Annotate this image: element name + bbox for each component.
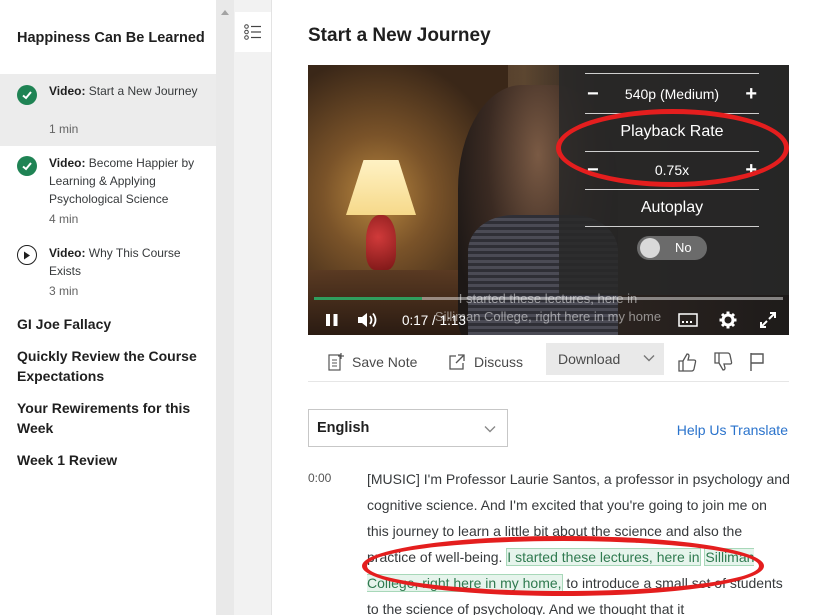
pause-icon <box>326 314 338 326</box>
player-controls: 0:17 / 1:13 <box>308 305 789 335</box>
fullscreen-button[interactable] <box>756 305 780 335</box>
gear-icon <box>719 311 737 329</box>
lesson-label: Video: Become Happier by Learning & Appl… <box>49 154 199 208</box>
lesson-duration: 3 min <box>49 284 79 298</box>
external-link-icon <box>449 354 465 370</box>
captions-icon <box>678 313 698 327</box>
video-frame-lamp-base <box>366 215 396 270</box>
lesson-type: Video: <box>49 246 86 260</box>
lesson-item-why-this-course-exists[interactable]: Video: Why This Course Exists 3 min <box>0 236 216 306</box>
settings-divider <box>585 226 759 227</box>
player-settings-panel: − 540p (Medium) + Playback Rate − 0.75x … <box>559 65 789 295</box>
volume-button[interactable] <box>356 305 380 335</box>
flag-icon <box>750 353 764 371</box>
save-note-label: Save Note <box>352 354 418 370</box>
settings-button[interactable] <box>716 305 740 335</box>
note-icon <box>328 353 344 371</box>
quality-value: 540p (Medium) <box>624 86 720 102</box>
playback-rate-row: − 0.75x + <box>585 151 759 189</box>
video-progress-bar[interactable] <box>314 297 783 300</box>
like-button[interactable] <box>676 348 706 376</box>
video-player[interactable]: − 540p (Medium) + Playback Rate − 0.75x … <box>308 65 789 335</box>
chevron-down-icon <box>484 426 496 433</box>
playback-rate-increase-button[interactable]: + <box>745 151 757 189</box>
transcript-language-select[interactable]: English <box>308 409 508 447</box>
quality-row: − 540p (Medium) + <box>585 75 759 113</box>
nav-item-gi-joe-fallacy[interactable]: GI Joe Fallacy <box>17 314 207 334</box>
discuss-label: Discuss <box>474 354 524 370</box>
discuss-button[interactable]: Discuss <box>448 348 523 376</box>
save-note-button[interactable]: Save Note <box>328 348 417 376</box>
quality-increase-button[interactable]: + <box>745 75 757 113</box>
lesson-type: Video: <box>49 156 86 170</box>
lesson-duration: 4 min <box>49 212 79 226</box>
download-label: Download <box>558 351 621 367</box>
thumbs-up-icon <box>678 353 697 372</box>
transcript-highlighted-segment: I started these lectures, here in <box>506 548 701 566</box>
lesson-item-start-a-new-journey[interactable]: Video: Start a New Journey 1 min <box>0 74 216 146</box>
autoplay-toggle[interactable]: No <box>637 236 707 260</box>
outline-toggle-button[interactable] <box>235 12 271 52</box>
nav-item-week-1-review[interactable]: Week 1 Review <box>17 450 207 470</box>
completed-check-icon <box>17 85 37 105</box>
nav-item-rewirements[interactable]: Your Rewirements for this Week <box>17 398 207 438</box>
page-title: Start a New Journey <box>308 25 491 46</box>
pause-button[interactable] <box>322 305 342 335</box>
autoplay-toggle-knob <box>640 238 660 258</box>
total-duration: 1:13 <box>439 312 466 328</box>
playback-rate-decrease-button[interactable]: − <box>587 151 599 189</box>
transcript-text[interactable]: [MUSIC] I'm Professor Laurie Santos, a p… <box>367 466 792 615</box>
time-display: 0:17 / 1:13 <box>402 305 466 335</box>
play-circle-icon <box>17 245 37 265</box>
report-flag-button[interactable] <box>748 348 774 376</box>
volume-icon <box>358 312 377 328</box>
lesson-type: Video: <box>49 84 86 98</box>
lecture-toolbar: Save Note Discuss Download <box>308 340 789 382</box>
outline-toggle-strip <box>234 0 272 615</box>
list-icon <box>244 24 261 40</box>
thumbs-down-icon <box>714 352 733 371</box>
expand-icon <box>760 312 776 328</box>
chevron-down-icon <box>643 355 655 362</box>
video-progress-fill <box>314 297 422 300</box>
captions-button[interactable] <box>676 305 700 335</box>
playback-rate-label: Playback Rate <box>620 123 724 140</box>
playback-rate-value: 0.75x <box>654 162 690 178</box>
lesson-duration: 1 min <box>49 122 79 136</box>
quality-decrease-button[interactable]: − <box>587 75 599 113</box>
settings-divider <box>585 73 759 74</box>
lesson-item-become-happier[interactable]: Video: Become Happier by Learning & Appl… <box>0 146 216 236</box>
autoplay-state: No <box>675 240 692 255</box>
scroll-up-arrow-icon[interactable] <box>221 10 229 15</box>
nav-item-review-course-expectations[interactable]: Quickly Review the Course Expectations <box>17 346 207 386</box>
current-time: 0:17 <box>402 312 429 328</box>
completed-check-icon <box>17 156 37 176</box>
sidebar-scrollbar[interactable] <box>216 0 234 615</box>
transcript-timestamp[interactable]: 0:00 <box>308 471 331 485</box>
help-us-translate-link[interactable]: Help Us Translate <box>677 422 788 438</box>
course-sidebar: Happiness Can Be Learned Video: Start a … <box>0 0 216 615</box>
lesson-title: Start a New Journey <box>88 84 198 98</box>
dislike-button[interactable] <box>712 348 742 376</box>
lesson-label: Video: Why This Course Exists <box>49 244 199 280</box>
autoplay-label: Autoplay <box>640 199 704 216</box>
language-value: English <box>317 420 370 436</box>
time-separator: / <box>432 312 436 328</box>
download-dropdown[interactable]: Download <box>546 343 664 375</box>
module-title[interactable]: Happiness Can Be Learned <box>17 28 207 48</box>
lesson-label: Video: Start a New Journey <box>49 82 199 100</box>
